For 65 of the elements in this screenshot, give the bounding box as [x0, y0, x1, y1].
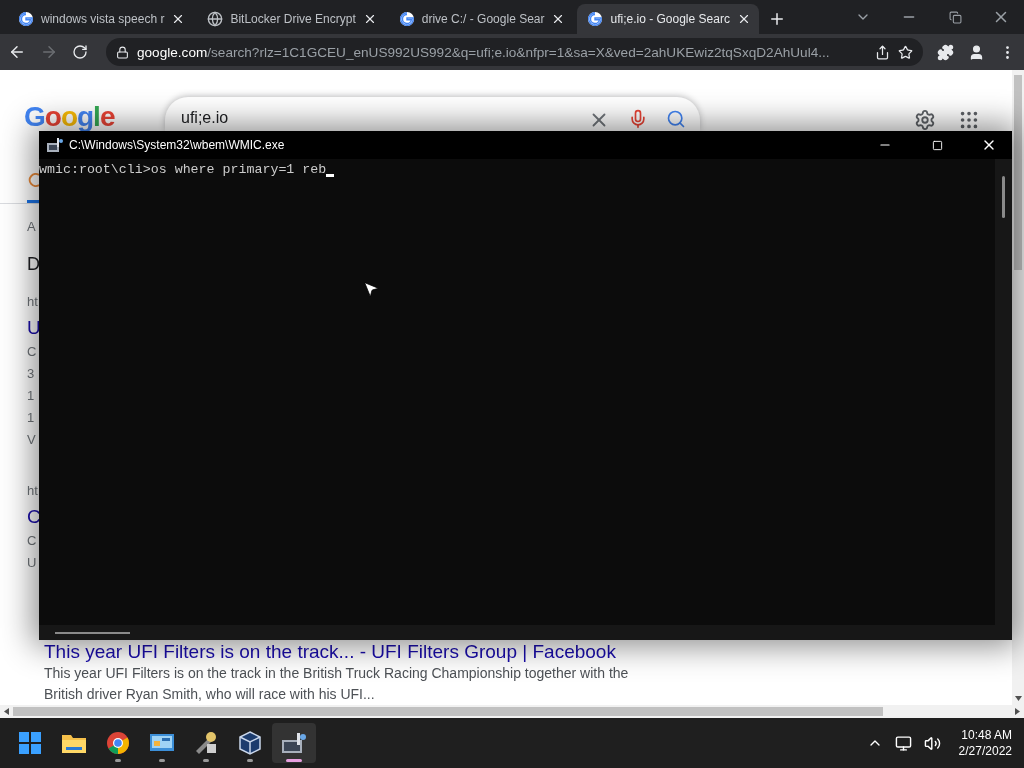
cube-icon[interactable]	[238, 731, 262, 755]
address-bar[interactable]: google.com/search?rlz=1C1GCEU_enUS992US992&q=ufi;e.io&nfpr=1&sa=X&ved=2ahUKEwiz2tqSxqD2AhUul4...	[106, 38, 923, 66]
result-link-fragment[interactable]: U	[27, 315, 41, 341]
share-icon[interactable]	[875, 44, 890, 60]
back-icon[interactable]	[8, 43, 26, 61]
control-panel-icon[interactable]	[149, 732, 175, 754]
folder-icon[interactable]	[61, 732, 87, 754]
mic-icon[interactable]	[628, 109, 648, 129]
console-vertical-scrollbar[interactable]	[995, 159, 1012, 625]
scrollbar-thumb[interactable]	[1002, 176, 1005, 218]
scroll-right-arrow-icon[interactable]	[1015, 708, 1020, 715]
settings-icon[interactable]	[914, 109, 936, 131]
console-app-icon	[47, 138, 63, 152]
scroll-left-arrow-icon[interactable]	[4, 708, 9, 715]
lock-icon	[116, 45, 129, 59]
result-text-fragment: A	[27, 218, 36, 236]
console-tools-icon[interactable]	[281, 731, 307, 755]
result-snippet: This year UFI Filters is on the track in the British Truck Racing Championship together with the British driver Ryan Smith, who will race with his UFI...	[44, 664, 630, 704]
taskbar-button[interactable]	[272, 723, 316, 763]
vertical-scrollbar[interactable]	[1012, 70, 1024, 705]
result-text-fragment: ht	[27, 482, 38, 500]
result-title-link[interactable]: This year UFI Filters is on the track... - UFI Filters Group | Facebook	[44, 641, 1012, 663]
scrollbar-thumb[interactable]	[55, 631, 130, 634]
search-field[interactable]: ufi;e.io	[165, 97, 700, 131]
search-icon[interactable]	[666, 109, 686, 129]
search-tab-icon[interactable]	[27, 173, 39, 187]
browser-tab[interactable]: BitLocker Drive Encrypt	[197, 4, 385, 34]
scroll-down-arrow-icon[interactable]	[1014, 696, 1022, 701]
result-text-fragment: V	[27, 431, 36, 449]
globe-icon	[207, 11, 224, 27]
google-icon	[587, 11, 604, 27]
horizontal-scrollbar[interactable]	[0, 705, 1024, 718]
scrollbar-thumb[interactable]	[13, 707, 883, 716]
result-text-fragment: C	[27, 532, 37, 550]
chrome-icon[interactable]	[106, 731, 130, 755]
result-link-fragment[interactable]: C	[27, 504, 41, 530]
result-text-fragment: U	[27, 554, 37, 572]
result-text-fragment: 1	[27, 409, 35, 427]
heading-fragment: D	[27, 253, 40, 276]
maximize-icon[interactable]	[931, 139, 943, 151]
scrollbar-thumb[interactable]	[1014, 75, 1022, 270]
text-cursor	[326, 174, 335, 177]
console-horizontal-scrollbar[interactable]	[39, 625, 1012, 640]
network-icon[interactable]	[894, 734, 912, 752]
result-text-fragment: 1	[27, 387, 35, 405]
result-text-fragment: ht	[27, 293, 38, 311]
volume-icon[interactable]	[923, 734, 941, 752]
restore-icon[interactable]	[948, 10, 962, 24]
bookmark-star-icon[interactable]	[898, 44, 913, 60]
console-command-line: wmic:root\cli>os where primary=1 reb	[39, 162, 327, 177]
profile-icon[interactable]	[968, 43, 985, 61]
apps-grid-icon[interactable]	[958, 109, 980, 131]
console-window-title: C:\Windows\System32\wbem\WMIC.exe	[69, 138, 286, 152]
start-icon[interactable]	[18, 731, 42, 755]
extensions-icon[interactable]	[937, 43, 954, 61]
google-icon	[18, 11, 34, 27]
google-logo[interactable]: Google	[24, 104, 165, 130]
result-text-fragment: C	[27, 343, 37, 361]
browser-tab[interactable]: ufi;e.io - Google Searc	[577, 4, 759, 34]
reload-icon[interactable]	[72, 44, 88, 60]
browser-tab[interactable]: drive C:/ - Google Sear	[388, 4, 574, 34]
clock[interactable]: 10:48 AM 2/27/2022	[958, 727, 1012, 759]
google-icon	[398, 11, 415, 27]
result-text-fragment: 3	[27, 365, 35, 383]
browser-tab[interactable]: windows vista speech r	[8, 4, 194, 34]
